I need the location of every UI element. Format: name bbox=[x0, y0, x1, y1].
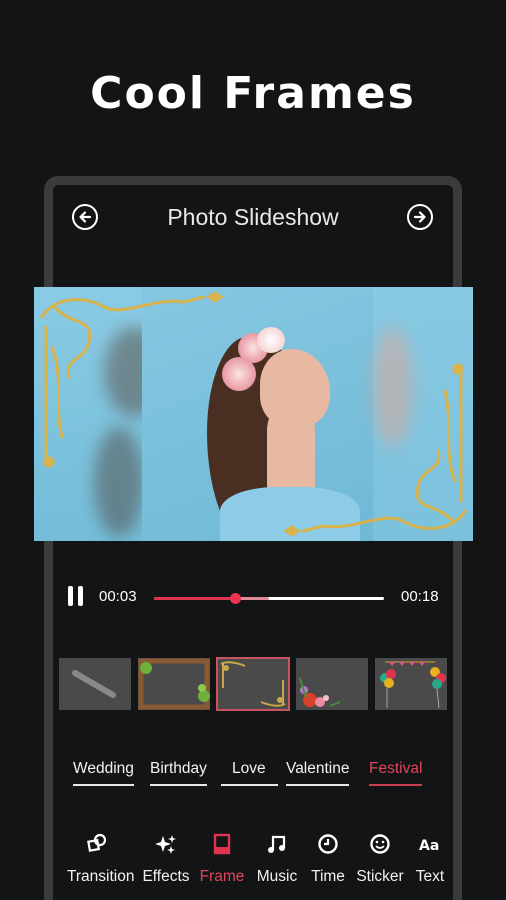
next-button[interactable] bbox=[407, 204, 433, 230]
slideshow-preview[interactable] bbox=[34, 287, 473, 541]
frame-thumb-balloons[interactable] bbox=[375, 658, 447, 710]
pause-icon bbox=[68, 586, 73, 606]
frame-thumb-wooden-vine[interactable] bbox=[138, 658, 210, 710]
tool-frame[interactable]: Frame bbox=[192, 830, 252, 886]
tab-valentine[interactable]: Valentine bbox=[286, 760, 350, 786]
seek-progress bbox=[154, 597, 235, 600]
clock-icon bbox=[318, 834, 338, 854]
playback-controls: 00:03 00:18 bbox=[53, 580, 453, 618]
seek-bar[interactable] bbox=[154, 593, 384, 604]
pause-button[interactable] bbox=[68, 586, 84, 606]
editor-toolbar: Transition Effects Frame Music Time Stic… bbox=[53, 830, 453, 890]
svg-text:Aa: Aa bbox=[419, 838, 439, 854]
smiley-icon bbox=[370, 834, 390, 854]
app-header: Photo Slideshow bbox=[53, 196, 453, 240]
tool-effects[interactable]: Effects bbox=[136, 830, 196, 886]
frame-thumb-golden-ornament[interactable] bbox=[216, 657, 290, 711]
current-time: 00:03 bbox=[99, 588, 137, 605]
tool-time[interactable]: Time bbox=[298, 830, 358, 886]
arrow-right-circle-icon bbox=[413, 211, 426, 223]
total-time: 00:18 bbox=[401, 588, 439, 605]
golden-frame-overlay bbox=[40, 291, 467, 537]
tool-text[interactable]: Aa Text bbox=[400, 830, 460, 886]
promo-headline: Cool Frames bbox=[90, 68, 416, 119]
frame-category-tabs: Wedding Birthday Love Valentine Festival bbox=[53, 760, 453, 790]
sparkles-icon bbox=[155, 835, 176, 854]
tab-love[interactable]: Love bbox=[221, 760, 278, 786]
seek-handle[interactable] bbox=[229, 593, 241, 604]
tab-wedding[interactable]: Wedding bbox=[73, 760, 134, 786]
tab-birthday[interactable]: Birthday bbox=[150, 760, 207, 786]
transition-shapes-icon bbox=[87, 833, 107, 852]
frame-thumb-floral[interactable] bbox=[296, 658, 368, 710]
text-aa-icon: Aa bbox=[419, 838, 439, 854]
frame-thumb-none[interactable] bbox=[59, 658, 131, 710]
no-frame-icon bbox=[72, 670, 116, 698]
tab-festival[interactable]: Festival bbox=[369, 760, 423, 786]
frame-icon bbox=[213, 833, 231, 855]
tool-transition[interactable]: Transition bbox=[67, 830, 134, 886]
music-note-icon bbox=[268, 835, 286, 853]
page-title: Photo Slideshow bbox=[167, 204, 339, 230]
frame-thumbnails bbox=[59, 657, 451, 711]
